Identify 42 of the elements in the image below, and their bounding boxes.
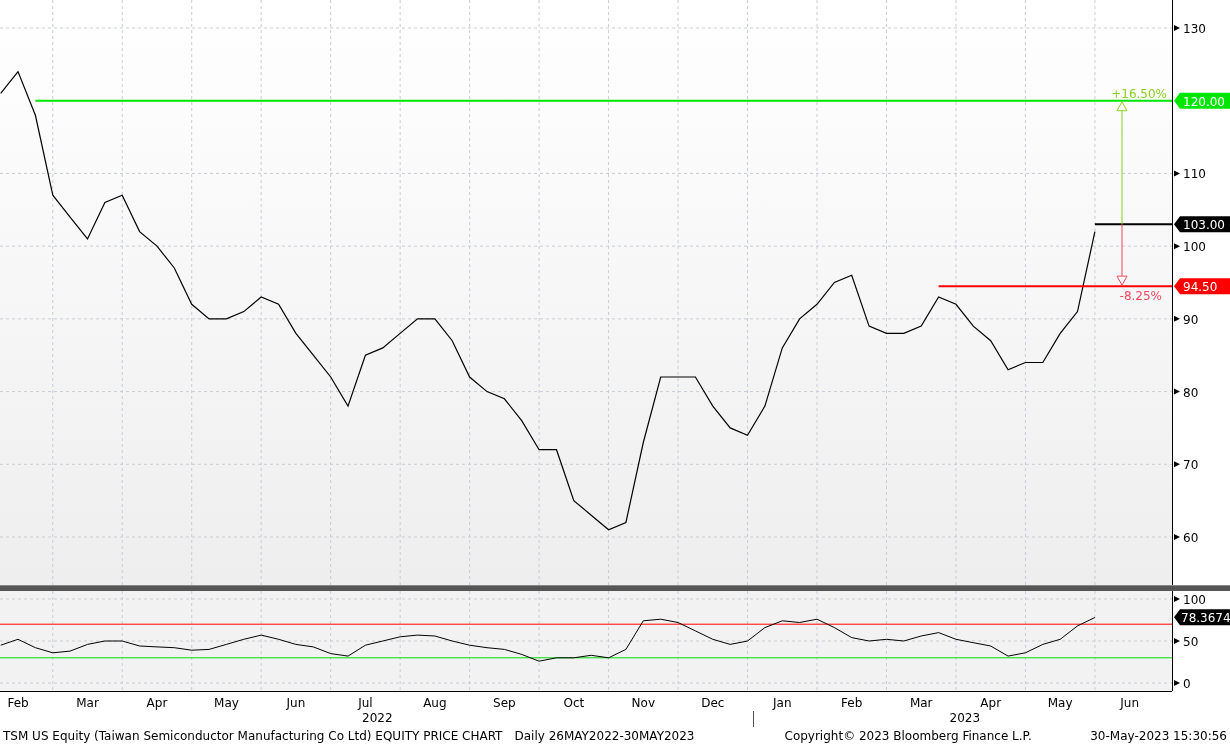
- month-label: Jun: [1120, 696, 1140, 710]
- month-label: Aug: [423, 696, 447, 710]
- axis-tick-label: 90: [1183, 312, 1199, 327]
- percent-label: -8.25%: [1119, 289, 1162, 304]
- year-label: 2022: [362, 711, 393, 727]
- month-label: May: [214, 696, 239, 710]
- axis-tick-label: 70: [1183, 458, 1199, 473]
- month-label: Sep: [493, 696, 516, 710]
- percent-label: +16.50%: [1111, 86, 1167, 101]
- panel-splitter[interactable]: [0, 585, 1230, 591]
- month-label: Jan: [773, 696, 792, 710]
- price-tag: 103.00: [1174, 216, 1230, 233]
- ref-line-label: 120.00: [1183, 94, 1225, 109]
- month-label: Apr: [980, 696, 1002, 710]
- security-description: TSM US Equity (Taiwan Semiconductor Manufacturing Co Ltd) EQUITY PRICE CHART: [3, 729, 503, 743]
- month-label: May: [1047, 696, 1073, 710]
- month-label: Apr: [146, 696, 168, 710]
- month-label: Jun: [286, 696, 306, 710]
- axis-tick-label: 100: [1183, 240, 1206, 255]
- ref-line-label: 94.50: [1183, 280, 1218, 295]
- month-label: Dec: [701, 696, 725, 710]
- axis-tick-label: 130: [1183, 22, 1206, 36]
- axis-tick-label: 50: [1183, 635, 1199, 649]
- month-label: Mar: [909, 696, 933, 710]
- month-label: Jul: [358, 696, 373, 710]
- copyright-text: Copyright© 2023 Bloomberg Finance L.P.: [784, 729, 1032, 743]
- month-label: Nov: [631, 696, 655, 710]
- month-label: Feb: [841, 696, 863, 710]
- axis-tick-label: 0: [1183, 677, 1191, 691]
- price-tag: 94.50: [1174, 278, 1230, 295]
- date-range: Daily 26MAY2022-30MAY2023: [514, 729, 695, 743]
- month-label: Mar: [76, 696, 99, 710]
- axis-tick-label: 110: [1183, 167, 1206, 182]
- ref-line-label: 103.00: [1183, 218, 1225, 233]
- axis-tick-label: 80: [1183, 385, 1199, 400]
- month-label: Oct: [563, 696, 585, 710]
- timestamp: 30-May-2023 15:30:56: [1090, 729, 1228, 743]
- year-label: 2023: [949, 711, 981, 727]
- axis-tick-label: 60: [1183, 531, 1199, 545]
- axis-tick-label: 100: [1183, 593, 1206, 607]
- month-label: Feb: [7, 696, 29, 710]
- rsi-tag: 78.3674: [1174, 609, 1230, 626]
